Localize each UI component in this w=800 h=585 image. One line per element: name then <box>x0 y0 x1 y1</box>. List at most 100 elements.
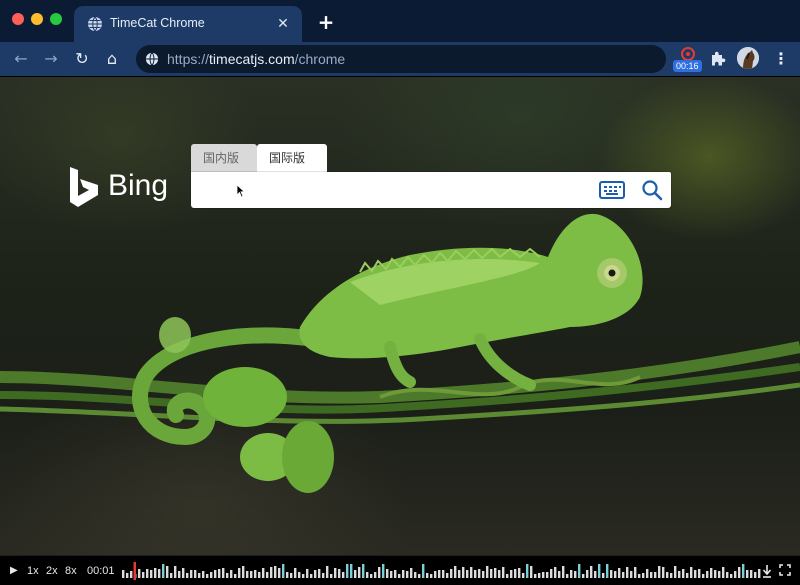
timeline-activity-tick <box>574 571 577 578</box>
address-bar[interactable]: https://timecatjs.com/chrome <box>136 45 666 73</box>
timeline-activity-tick <box>494 568 497 578</box>
timeline-activity-tick <box>290 573 293 578</box>
timeline-activity-tick <box>530 566 533 578</box>
timeline-activity-tick <box>306 569 309 578</box>
keyboard-icon[interactable] <box>599 180 625 200</box>
timeline-activity-tick <box>234 574 237 578</box>
tab-domestic[interactable]: 国内版 <box>191 144 257 172</box>
timeline-activity-tick <box>154 568 157 578</box>
close-window-button[interactable] <box>12 13 24 25</box>
timeline-activity-tick <box>502 567 505 578</box>
timeline-activity-tick <box>190 570 193 578</box>
timeline-activity-tick <box>318 569 321 578</box>
timeline-activity-tick <box>370 574 373 578</box>
timeline-activity-tick <box>390 571 393 578</box>
timeline-activity-tick <box>606 564 609 578</box>
timeline-activity-tick <box>422 564 425 578</box>
timeline-activity-tick <box>470 567 473 578</box>
reload-button[interactable]: ↻ <box>71 48 93 70</box>
timeline-activity-tick <box>458 570 461 578</box>
timeline-activity-tick <box>278 568 281 578</box>
timeline-activity-tick <box>194 570 197 578</box>
maximize-window-button[interactable] <box>50 13 62 25</box>
timeline-activity-tick <box>498 570 501 578</box>
timeline-activity-tick <box>638 574 641 578</box>
timeline-activity-tick <box>742 564 745 578</box>
timeline-activity-tick <box>294 568 297 578</box>
timeline-activity-tick <box>274 566 277 578</box>
timeline-activity-tick <box>346 564 349 578</box>
download-icon[interactable] <box>762 564 772 578</box>
timeline-activity-tick <box>562 566 565 578</box>
browser-tab[interactable]: TimeCat Chrome ✕ <box>74 6 302 42</box>
timeline-activity-tick <box>490 569 493 578</box>
timeline-activity-tick <box>522 573 525 578</box>
fullscreen-icon[interactable] <box>779 564 791 576</box>
timeline-activity-tick <box>666 572 669 578</box>
timeline-activity-tick <box>170 573 173 578</box>
timeline-activity-tick <box>670 573 673 578</box>
timeline-activity-tick <box>394 570 397 578</box>
back-button[interactable]: ← <box>10 48 32 70</box>
timeline-activity-tick <box>634 567 637 578</box>
browser-menu-button[interactable]: ⋮ <box>773 48 789 70</box>
timeline-activity-tick <box>678 571 681 578</box>
timeline-activity-tick <box>414 572 417 578</box>
timeline-activity-tick <box>310 574 313 578</box>
speed-2x-button[interactable]: 2x <box>46 563 58 579</box>
timeline-activity-tick <box>338 569 341 578</box>
forward-button[interactable]: → <box>40 48 62 70</box>
new-tab-button[interactable]: + <box>316 12 336 32</box>
timeline-activity-tick <box>206 574 209 578</box>
timeline-activity-tick <box>214 570 217 578</box>
timeline-activity-tick <box>454 566 457 578</box>
tab-title: TimeCat Chrome <box>110 16 205 30</box>
play-button[interactable]: ▶ <box>10 563 18 579</box>
bing-b-icon <box>70 167 98 207</box>
search-input[interactable] <box>191 172 671 208</box>
timeline-activity-tick <box>242 566 245 578</box>
url-scheme: https:// <box>167 51 210 67</box>
timeline-activity-tick <box>302 574 305 578</box>
timeline-activity-tick <box>382 564 385 578</box>
timeline-activity-tick <box>758 569 761 578</box>
bing-logo[interactable]: Bing <box>68 165 178 209</box>
timeline-scrubber[interactable] <box>122 560 762 582</box>
speed-1x-button[interactable]: 1x <box>27 563 39 579</box>
timeline-activity-tick <box>570 570 573 578</box>
timeline-activity-tick <box>222 568 225 578</box>
timeline-activity-tick <box>614 571 617 578</box>
timeline-activity-tick <box>578 564 581 578</box>
timeline-activity-tick <box>250 571 253 578</box>
timeline-activity-tick <box>218 569 221 578</box>
timeline-activity-tick <box>138 569 141 578</box>
tab-close-icon[interactable]: ✕ <box>274 15 292 33</box>
timeline-activity-tick <box>534 574 537 578</box>
timeline-activity-tick <box>486 566 489 578</box>
timeline-playhead[interactable] <box>133 562 137 580</box>
timeline-activity-tick <box>706 571 709 578</box>
timeline-activity-tick <box>594 571 597 578</box>
tab-international-notch <box>315 144 327 172</box>
url-path: /chrome <box>294 51 346 67</box>
minimize-window-button[interactable] <box>31 13 43 25</box>
timeline-activity-tick <box>182 568 185 578</box>
browser-toolbar: ← → ↻ ⌂ https://timecatjs.com/chrome 00:… <box>0 42 800 76</box>
speed-8x-button[interactable]: 8x <box>65 563 77 579</box>
home-button[interactable]: ⌂ <box>101 48 123 70</box>
timeline-activity-tick <box>354 570 357 578</box>
timeline-activity-tick <box>646 569 649 578</box>
timeline-activity-tick <box>566 574 569 578</box>
timeline-activity-tick <box>162 564 165 578</box>
timeline-activity-tick <box>378 567 381 578</box>
profile-avatar[interactable] <box>737 47 759 69</box>
url-text: https://timecatjs.com/chrome <box>167 51 345 67</box>
timeline-activity-tick <box>590 566 593 578</box>
search-icon[interactable] <box>641 179 663 201</box>
timeline-activity-tick <box>466 570 469 578</box>
puzzle-icon[interactable] <box>708 49 728 69</box>
timeline-activity-tick <box>210 572 213 578</box>
timeline-activity-tick <box>418 574 421 578</box>
record-extension-button[interactable]: 00:16 <box>673 47 702 73</box>
timeline-activity-tick <box>602 573 605 578</box>
